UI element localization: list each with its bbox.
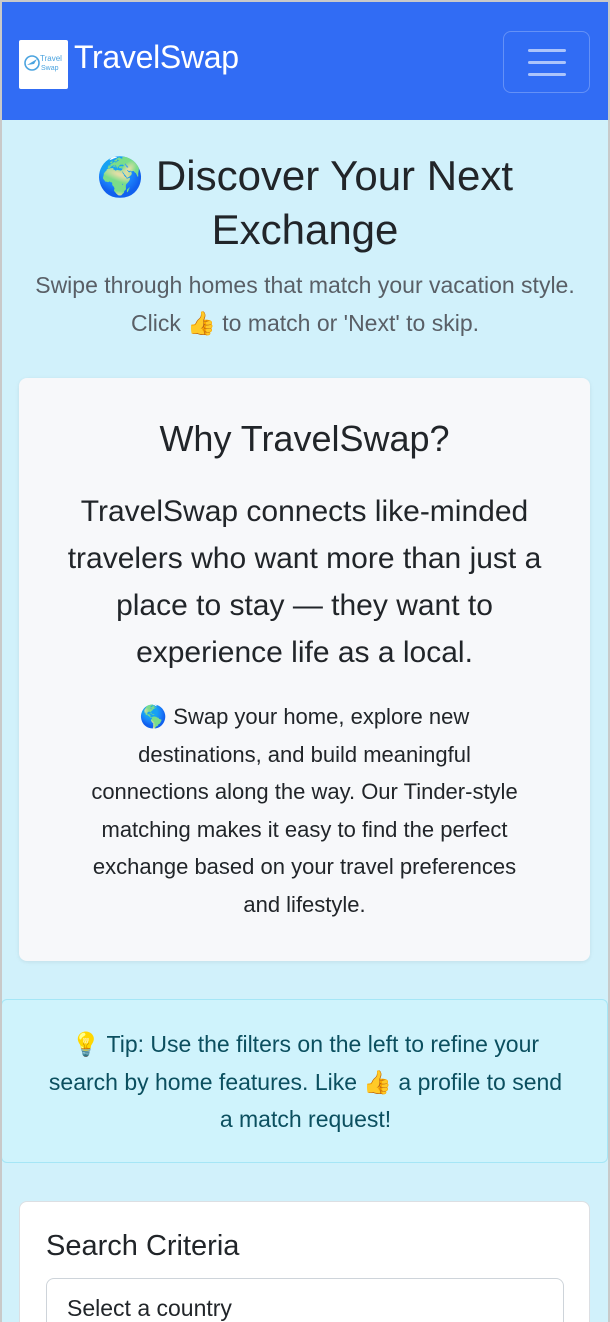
menu-toggle-button[interactable] bbox=[503, 31, 590, 93]
tip-alert: 💡 Tip: Use the filters on the left to re… bbox=[1, 999, 608, 1163]
hamburger-menu-icon bbox=[528, 49, 566, 52]
why-body-text: 🌎 Swap your home, explore new destinatio… bbox=[91, 704, 518, 917]
country-select-value: Select a country bbox=[67, 1295, 232, 1321]
brand-logo[interactable]: Travel Swap bbox=[19, 40, 68, 89]
why-travelswap-card: Why TravelSwap? TravelSwap connects like… bbox=[19, 378, 590, 961]
search-criteria-title: Search Criteria bbox=[46, 1230, 240, 1262]
brand-name[interactable]: TravelSwap bbox=[74, 39, 239, 76]
country-select[interactable]: Select a country bbox=[46, 1278, 564, 1322]
navbar: Travel Swap TravelSwap bbox=[2, 2, 608, 120]
why-lead-text: TravelSwap connects like-minded traveler… bbox=[67, 495, 542, 669]
hamburger-menu-icon bbox=[528, 61, 566, 64]
svg-text:Travel: Travel bbox=[40, 54, 62, 63]
svg-text:Swap: Swap bbox=[41, 65, 59, 72]
page-subtitle: Swipe through homes that match your vaca… bbox=[35, 272, 575, 336]
thumbs-up-icon: 👍 bbox=[187, 310, 216, 336]
plane-logo-icon: Travel Swap bbox=[24, 54, 62, 72]
hamburger-menu-icon bbox=[528, 73, 566, 76]
page-title: 🌍 Discover Your Next Exchange bbox=[96, 152, 514, 253]
search-criteria-card: Search Criteria Select a country bbox=[19, 1201, 590, 1322]
why-title: Why TravelSwap? bbox=[159, 418, 450, 459]
tip-text: 💡 Tip: Use the filters on the left to re… bbox=[48, 1031, 563, 1132]
globe-icon: 🌍 bbox=[96, 157, 145, 199]
